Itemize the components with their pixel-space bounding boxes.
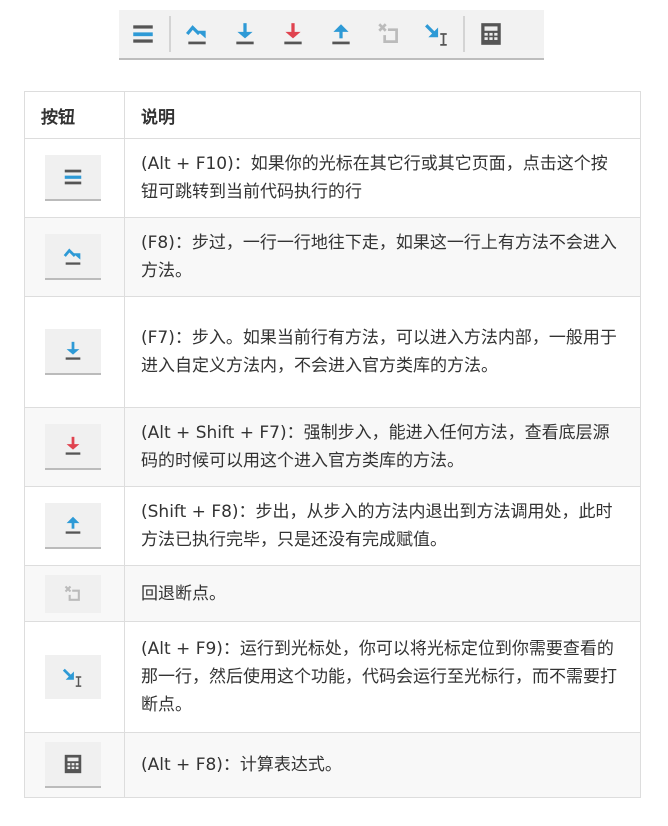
evaluate-expression-icon	[45, 742, 101, 788]
row-description: (Alt + Shift + F7)：强制步入，能进入任何方法，查看底层源码的时…	[124, 407, 641, 487]
debug-buttons-table: 按钮 说明 (Alt + F10)：如果你的光标在其它行或其它页面，点击这个按钮…	[24, 91, 641, 798]
table-row: (Alt + Shift + F7)：强制步入，能进入任何方法，查看底层源码的时…	[24, 407, 641, 487]
table-row: 回退断点。	[24, 565, 641, 622]
step-out-icon[interactable]	[325, 18, 357, 50]
row-description: (Alt + F10)：如果你的光标在其它行或其它页面，点击这个按钮可跳转到当前…	[124, 138, 641, 218]
header-description: 说明	[124, 91, 641, 139]
toolbar-separator	[463, 16, 465, 52]
show-execution-point-icon[interactable]	[127, 18, 159, 50]
step-into-icon[interactable]	[229, 18, 261, 50]
debug-toolbar	[119, 10, 544, 60]
row-description: (Alt + F8)：计算表达式。	[124, 732, 641, 798]
row-description: (F7)：步入。如果当前行有方法，可以进入方法内部，一般用于进入自定义方法内，不…	[124, 296, 641, 408]
table-row: (Alt + F8)：计算表达式。	[24, 732, 641, 798]
row-description: 回退断点。	[124, 565, 641, 622]
force-step-into-icon	[45, 424, 101, 470]
step-over-icon	[45, 234, 101, 280]
table-row: (Shift + F8)：步出，从步入的方法内退出到方法调用处，此时方法已执行完…	[24, 486, 641, 566]
run-to-cursor-icon[interactable]	[421, 18, 453, 50]
toolbar-separator	[169, 16, 171, 52]
table-row: (Alt + F10)：如果你的光标在其它行或其它页面，点击这个按钮可跳转到当前…	[24, 138, 641, 218]
force-step-into-icon[interactable]	[277, 18, 309, 50]
show-execution-point-icon	[45, 155, 101, 201]
evaluate-expression-icon[interactable]	[475, 18, 507, 50]
row-description: (F8)：步过，一行一行地往下走，如果这一行上有方法不会进入方法。	[124, 217, 641, 297]
table-row: (F7)：步入。如果当前行有方法，可以进入方法内部，一般用于进入自定义方法内，不…	[24, 296, 641, 408]
drop-frame-icon[interactable]	[373, 18, 405, 50]
step-out-icon	[45, 503, 101, 549]
run-to-cursor-icon	[45, 655, 101, 699]
step-into-icon	[45, 329, 101, 375]
table-header: 按钮 说明	[24, 91, 641, 139]
step-over-icon[interactable]	[181, 18, 213, 50]
drop-frame-icon	[45, 574, 101, 613]
table-row: (F8)：步过，一行一行地往下走，如果这一行上有方法不会进入方法。	[24, 217, 641, 297]
row-description: (Alt + F9)：运行到光标处，你可以将光标定位到你需要查看的那一行，然后使…	[124, 621, 641, 733]
table-row: (Alt + F9)：运行到光标处，你可以将光标定位到你需要查看的那一行，然后使…	[24, 621, 641, 733]
header-button: 按钮	[24, 91, 125, 139]
row-description: (Shift + F8)：步出，从步入的方法内退出到方法调用处，此时方法已执行完…	[124, 486, 641, 566]
